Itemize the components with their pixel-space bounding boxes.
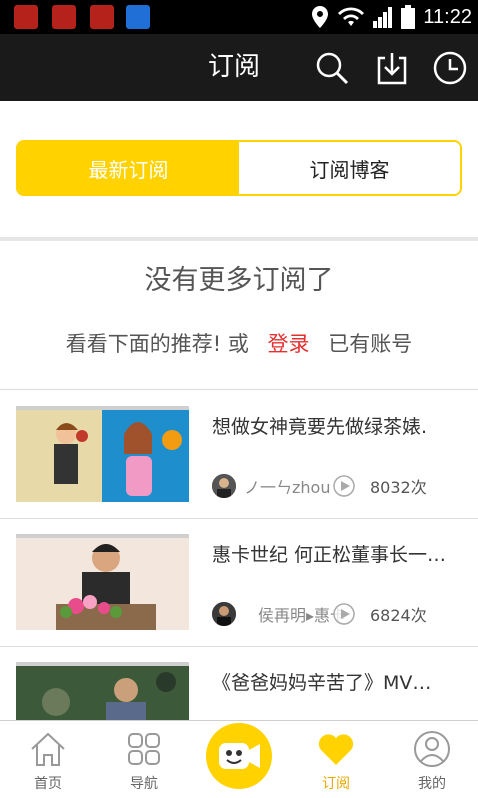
view-count: 6824次 xyxy=(370,606,427,625)
video-thumbnail[interactable] xyxy=(16,534,189,630)
heart-icon xyxy=(318,734,354,765)
nav-label-subscriptions: 订阅 xyxy=(322,776,350,792)
signal-icon xyxy=(373,7,393,28)
empty-state-prompt-text: 看看下面的推荐! 或 xyxy=(65,332,249,356)
nav-label-navigation: 导航 xyxy=(130,776,158,792)
empty-state-title: 没有更多订阅了 xyxy=(144,265,334,296)
empty-state-prompt: 看看下面的推荐! 或 登录 已有账号 xyxy=(0,328,478,358)
video-title[interactable]: 想做女神竟要先做绿茶婊. xyxy=(212,412,462,439)
author-name[interactable]: ノ一ㄣzhou xyxy=(244,474,330,498)
nav-label-home: 首页 xyxy=(34,776,62,792)
wifi-icon xyxy=(338,7,365,26)
status-bar: 11:22 xyxy=(0,0,478,34)
login-link[interactable]: 登录 xyxy=(268,332,310,356)
list-item[interactable]: 《爸爸妈妈辛苦了》MV… xyxy=(0,646,478,720)
play-count-icon xyxy=(333,603,355,625)
nav-navigation[interactable]: 导航 xyxy=(96,721,192,798)
status-time: 11:22 xyxy=(423,5,472,28)
view-count: 8032次 xyxy=(370,478,427,497)
nav-profile[interactable]: 我的 xyxy=(384,721,478,798)
list-item[interactable]: 想做女神竟要先做绿茶婊. ノ一ㄣzhou 8032次 xyxy=(0,390,478,518)
app-notification-icon xyxy=(126,5,150,29)
app-notification-icon xyxy=(14,5,38,29)
camera-face-icon xyxy=(219,743,260,769)
nav-subscriptions[interactable]: 订阅 xyxy=(288,721,384,798)
play-count-icon xyxy=(333,475,355,497)
avatar[interactable] xyxy=(212,474,236,498)
title-bar: 订阅 xyxy=(0,34,478,101)
nav-home[interactable]: 首页 xyxy=(0,721,96,798)
home-icon xyxy=(31,732,65,766)
video-thumbnail[interactable] xyxy=(16,406,189,502)
tab-subscribed-blogs[interactable]: 订阅博客 xyxy=(239,142,460,194)
record-video-button[interactable] xyxy=(206,723,272,789)
subscription-tabs: 最新订阅 订阅博客 xyxy=(16,140,462,196)
location-icon xyxy=(312,6,329,28)
app-notification-icon xyxy=(90,5,114,29)
search-icon[interactable] xyxy=(314,50,350,86)
avatar[interactable] xyxy=(212,602,236,626)
video-title[interactable]: 《爸爸妈妈辛苦了》MV… xyxy=(212,668,462,695)
grid-icon xyxy=(128,733,160,765)
download-icon[interactable] xyxy=(374,50,410,86)
history-clock-icon[interactable] xyxy=(432,50,468,86)
nav-label-profile: 我的 xyxy=(418,776,446,792)
list-item[interactable]: 惠卡世纪 何正松董事长一… 侯再明▸惠卡 6824次 xyxy=(0,518,478,646)
video-thumbnail[interactable] xyxy=(16,662,189,720)
battery-icon xyxy=(401,5,416,29)
section-divider xyxy=(0,237,478,241)
empty-state-prompt-suffix: 已有账号 xyxy=(328,332,413,356)
video-title[interactable]: 惠卡世纪 何正松董事长一… xyxy=(212,540,462,567)
user-icon xyxy=(414,731,450,767)
tab-latest-subscriptions[interactable]: 最新订阅 xyxy=(18,142,239,194)
app-notification-icon xyxy=(52,5,76,29)
